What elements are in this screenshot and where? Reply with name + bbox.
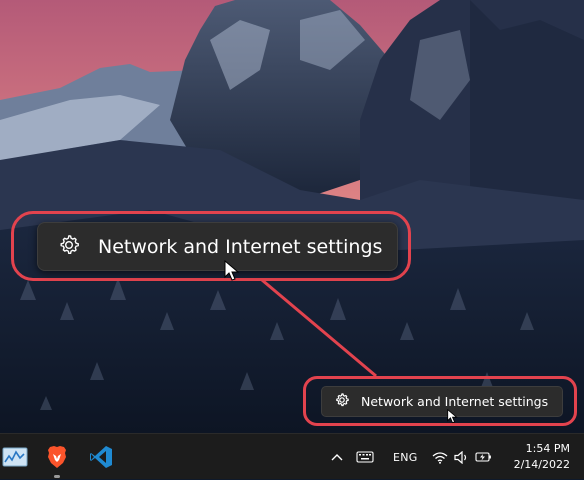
zoom-callout-menu-item: Network and Internet settings — [37, 222, 398, 271]
clock-date: 2/14/2022 — [513, 458, 570, 471]
gear-icon — [334, 392, 350, 412]
network-internet-settings-menu-item[interactable]: Network and Internet settings — [321, 386, 563, 417]
show-hidden-icons-button[interactable] — [330, 434, 344, 480]
visual-studio-code[interactable] — [86, 442, 116, 472]
speaker-icon — [454, 450, 467, 464]
system-clock[interactable]: 1:54 PM 2/14/2022 — [514, 441, 570, 473]
mouse-pointer-icon — [224, 260, 240, 281]
wifi-icon — [432, 451, 448, 464]
chart-window-icon — [2, 447, 28, 467]
quick-settings-button[interactable] — [432, 434, 492, 480]
touch-keyboard-button[interactable] — [356, 434, 374, 480]
resource-monitor-app[interactable] — [0, 442, 30, 472]
brave-browser[interactable] — [42, 442, 72, 472]
chevron-up-icon — [331, 454, 343, 461]
battery-charging-icon — [475, 452, 491, 462]
gear-icon — [57, 233, 81, 261]
zoom-callout-menu-label: Network and Internet settings — [98, 235, 383, 258]
brave-lion-icon — [48, 446, 66, 468]
input-language-indicator[interactable]: ENG — [393, 434, 418, 480]
taskbar: ENG 1:54 PM 2/14/2022 — [0, 433, 584, 479]
vscode-icon — [90, 446, 112, 468]
clock-time: 1:54 PM — [525, 442, 570, 455]
mouse-pointer-icon — [447, 409, 458, 424]
running-indicator — [54, 475, 60, 478]
keyboard-icon — [356, 451, 374, 463]
network-internet-settings-label: Network and Internet settings — [361, 394, 549, 409]
